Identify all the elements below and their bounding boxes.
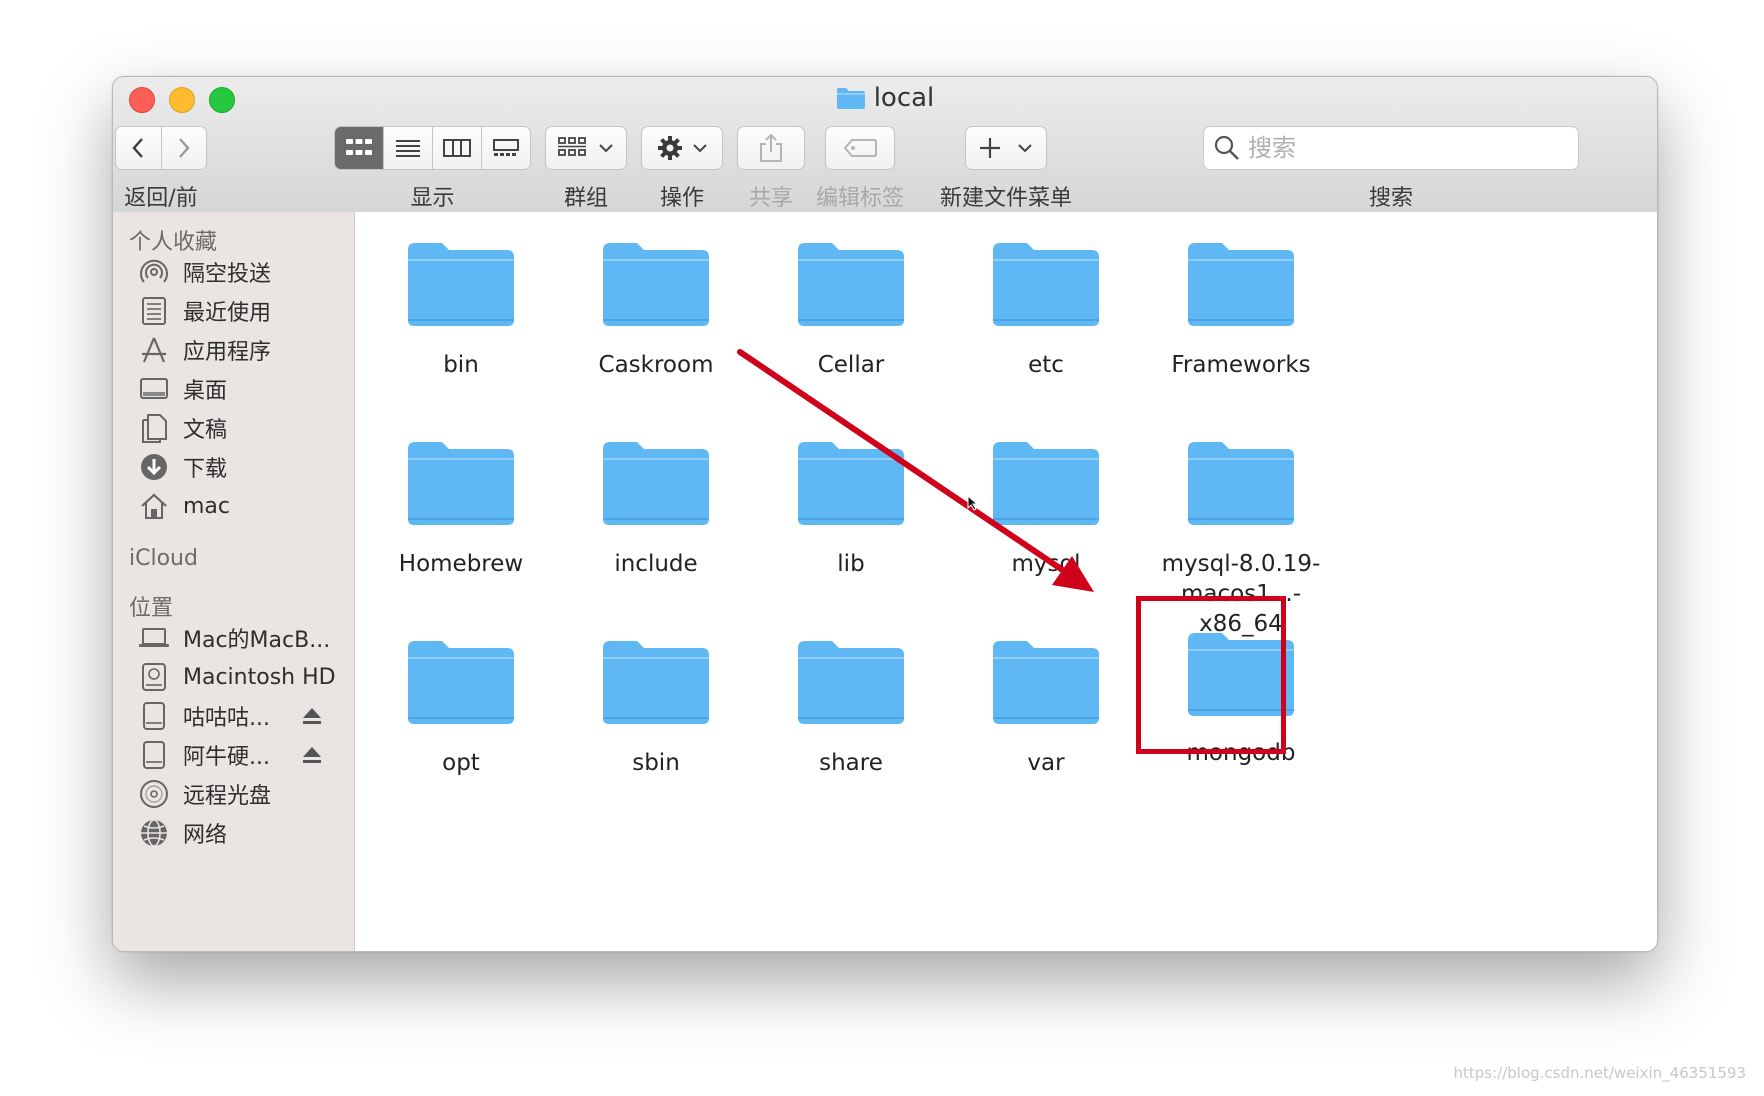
watermark: https://blog.csdn.net/weixin_46351593 [1453,1064,1746,1082]
cursor-icon [967,494,979,511]
annotation-arrow [737,349,1094,592]
